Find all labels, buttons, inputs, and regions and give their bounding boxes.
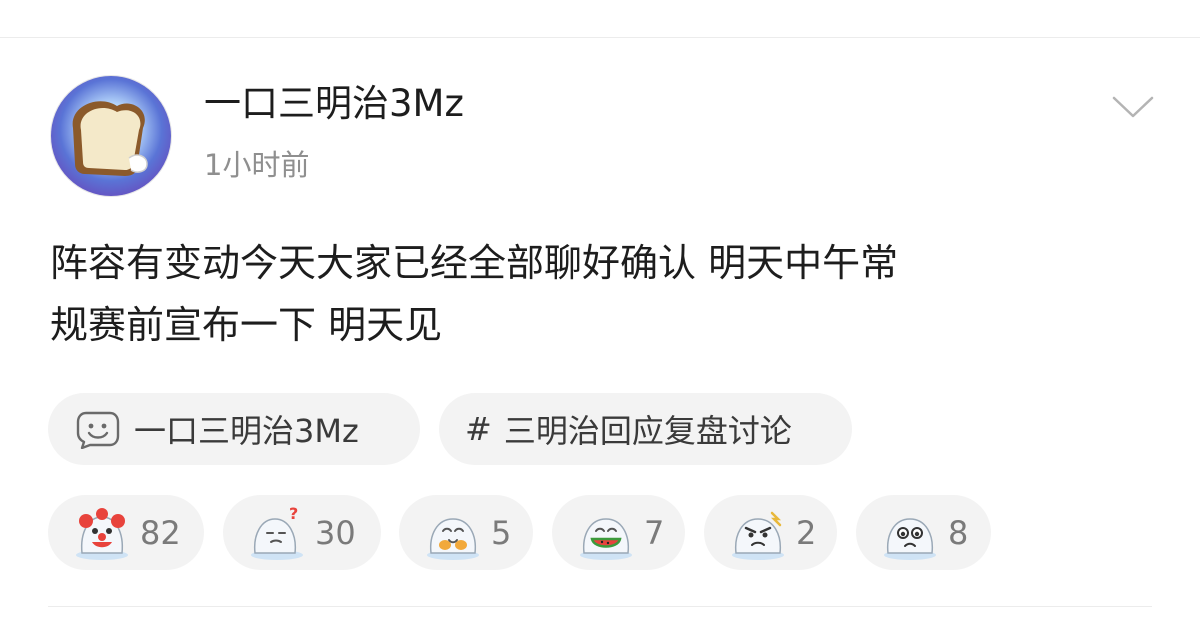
- post-body-line-1: 阵容有变动今天大家已经全部聊好确认 明天中午常: [50, 241, 899, 285]
- watermelon-seal-emoji: [580, 517, 632, 560]
- svg-text:?: ?: [289, 505, 298, 523]
- reaction-angry[interactable]: 2: [704, 495, 837, 570]
- post-time: 1小时前: [204, 148, 310, 182]
- super-chat-face-icon: [76, 411, 120, 449]
- reaction-watermelon[interactable]: 7: [552, 495, 685, 570]
- reaction-sad[interactable]: 8: [856, 495, 991, 570]
- reaction-question[interactable]: ? 30: [223, 495, 381, 570]
- toast-avatar-icon: [51, 76, 171, 196]
- reaction-count: 5: [491, 513, 512, 552]
- sad-seal-emoji: [884, 517, 936, 560]
- clap-seal-emoji: [427, 517, 479, 560]
- topic-chip-label: 三明治回应复盘讨论: [503, 412, 792, 450]
- topic-chip[interactable]: # 三明治回应复盘讨论: [439, 393, 852, 465]
- reaction-clown[interactable]: 82: [48, 495, 204, 570]
- clown-seal-emoji: [76, 507, 128, 560]
- author-chip[interactable]: 一口三明治3Mz: [48, 393, 420, 465]
- reaction-count: 8: [948, 513, 969, 552]
- angry-seal-emoji: [732, 511, 784, 560]
- reaction-count: 82: [140, 513, 181, 552]
- question-seal-emoji: ?: [251, 505, 303, 560]
- top-divider: [0, 37, 1200, 38]
- author-name[interactable]: 一口三明治3Mz: [204, 80, 464, 128]
- weibo-post-card: 一口三明治3Mz 1小时前 阵容有变动今天大家已经全部聊好确认 明天中午常 规赛…: [0, 0, 1200, 639]
- avatar[interactable]: [51, 76, 171, 196]
- post-body: 阵容有变动今天大家已经全部聊好确认 明天中午常 规赛前宣布一下 明天见: [50, 232, 1160, 356]
- reaction-count: 7: [644, 513, 665, 552]
- reaction-count: 30: [315, 513, 356, 552]
- reaction-clap[interactable]: 5: [399, 495, 533, 570]
- post-body-line-2: 规赛前宣布一下 明天见: [50, 303, 443, 347]
- reaction-count: 2: [796, 513, 817, 552]
- more-options-chevron-icon[interactable]: [1108, 90, 1158, 126]
- hashtag-icon: #: [465, 410, 492, 448]
- bottom-divider: [48, 606, 1152, 607]
- author-chip-label: 一口三明治3Mz: [134, 412, 359, 450]
